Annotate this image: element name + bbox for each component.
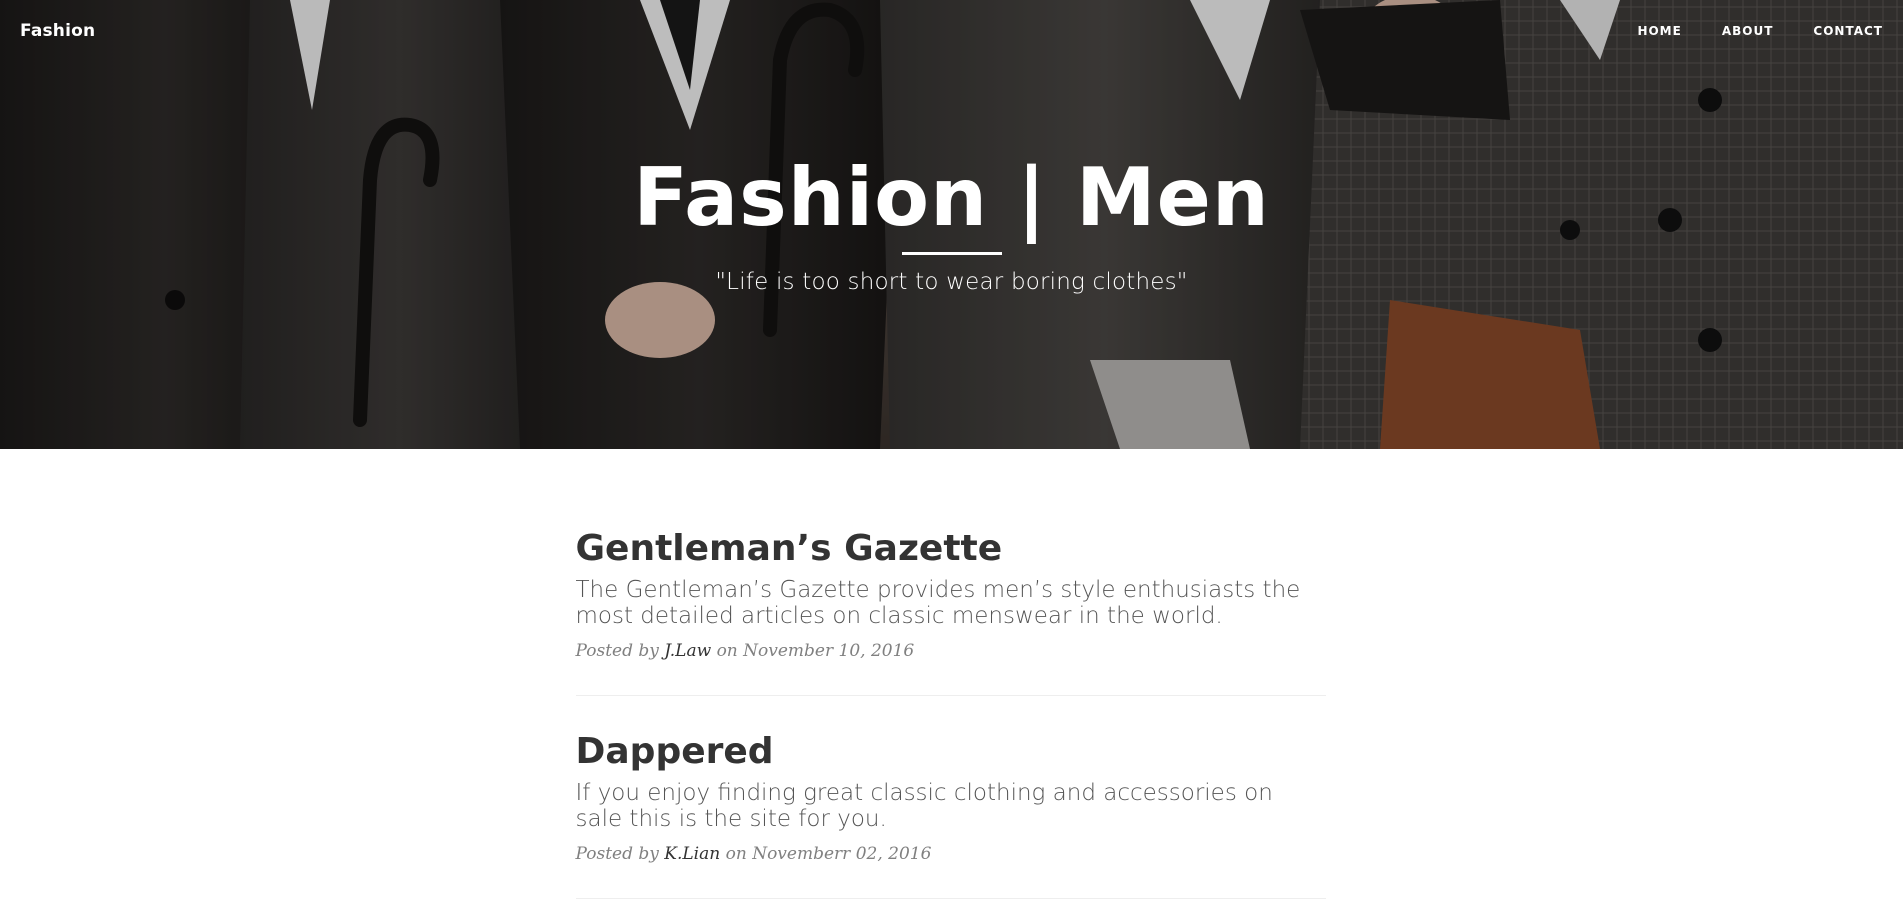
hero-title: Fashion | Men [633,151,1270,244]
nav-item-home: HOME [1597,22,1681,40]
hero-content: Fashion | Men "Life is too short to wear… [0,150,1903,295]
post-title-link[interactable]: Gentleman’s Gazette [576,527,1326,571]
post-author-link[interactable]: K.Lian [664,844,720,864]
post-preview: Dappered If you enjoy finding great clas… [575,730,1326,899]
post-meta-date: on Novemberr 02, 2016 [725,844,932,864]
post-title-link[interactable]: Dappered [576,730,1326,774]
post-subtitle: If you enjoy finding great classic cloth… [575,780,1273,832]
nav-links: HOME ABOUT CONTACT [1597,22,1883,40]
hero-subtitle: "Life is too short to wear boring clothe… [715,269,1188,295]
navbar: Fashion HOME ABOUT CONTACT [0,0,1903,62]
nav-link-home[interactable]: HOME [1597,24,1681,38]
post-meta: Posted by J.Law on November 10, 2016 [576,641,1326,661]
post-meta-prefix: Posted by [575,844,659,864]
post-subtitle: The Gentleman’s Gazette provides men’s s… [575,577,1301,629]
post-meta: Posted by K.Lian on Novemberr 02, 2016 [576,844,1326,864]
post-list: Gentleman’s Gazette The Gentleman’s Gaze… [575,449,1326,899]
brand-link[interactable]: Fashion [20,21,95,41]
post-meta-date: on November 10, 2016 [716,641,915,661]
post-meta-prefix: Posted by [575,641,659,661]
post-author-link[interactable]: J.Law [664,641,711,661]
post-preview: Gentleman’s Gazette The Gentleman’s Gaze… [575,527,1326,696]
nav-link-contact[interactable]: CONTACT [1773,24,1883,38]
nav-link-about[interactable]: ABOUT [1682,24,1774,38]
nav-item-contact: CONTACT [1773,22,1883,40]
hero-divider [901,252,1002,255]
hero-header: Fashion HOME ABOUT CONTACT Fashion | Men… [0,0,1903,449]
nav-item-about: ABOUT [1682,22,1774,40]
